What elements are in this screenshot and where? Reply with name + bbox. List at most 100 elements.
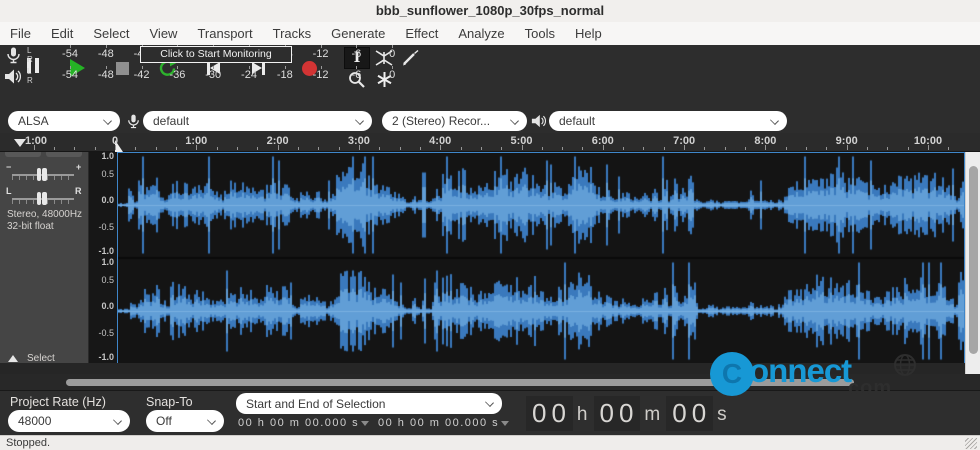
- play-meter-scale-label: -36: [169, 69, 186, 81]
- menu-transport[interactable]: Transport: [187, 22, 262, 45]
- title-bar: bbb_sunflower_1080p_30fps_normal: [0, 0, 980, 22]
- chevron-down-icon: [207, 416, 216, 425]
- selection-end-value: 00 h 00 m 00.000 s: [378, 417, 500, 429]
- pan-right-label: R: [75, 186, 82, 196]
- amplitude-scale-label: 1.0: [101, 151, 114, 161]
- menu-analyze[interactable]: Analyze: [448, 22, 514, 45]
- timeline-tick: [541, 147, 543, 150]
- timeline-tick: [338, 147, 340, 150]
- play-meter-scale-label: 0: [389, 69, 396, 81]
- timeline-tick: [94, 147, 96, 150]
- amplitude-scale-label: 0.5: [101, 169, 114, 179]
- speaker-icon: [5, 69, 21, 84]
- collapse-track-icon[interactable]: [8, 355, 18, 362]
- resize-grip[interactable]: [965, 438, 977, 449]
- gain-slider[interactable]: [12, 168, 74, 182]
- timeline-tick: [745, 147, 747, 150]
- solo-button[interactable]: Solo: [46, 152, 82, 157]
- amplitude-scale-label: -1.0: [98, 352, 114, 362]
- waveform-canvas[interactable]: [118, 153, 964, 363]
- track-control-panel[interactable]: Mute Solo − + L R Stereo, 48000Hz 32-bit…: [0, 152, 89, 363]
- timeline-pre-zero-label: 1:00: [24, 135, 48, 147]
- track-select-button[interactable]: Select: [27, 353, 55, 363]
- timeline-tick: [480, 147, 482, 150]
- timeline-tick: [887, 147, 889, 150]
- horizontal-scrollbar[interactable]: [0, 374, 980, 390]
- selection-end-field[interactable]: 00 h 00 m 00.000 s: [378, 417, 510, 429]
- timeline-tick: [358, 145, 360, 150]
- menu-effect[interactable]: Effect: [395, 22, 448, 45]
- menu-view[interactable]: View: [140, 22, 188, 45]
- record-meter-left-label: L: [27, 46, 32, 55]
- record-meter-scale-label: -12: [312, 48, 329, 60]
- draw-tool-button[interactable]: [399, 48, 423, 68]
- selection-start-value: 00 h 00 m 00.000 s: [238, 417, 360, 429]
- vertical-scale-ruler[interactable]: 1.0 0.5 0.0 -0.5 -1.0 1.0 0.5 0.0 -0.5 -1.0: [89, 151, 118, 363]
- timeline-ruler[interactable]: 1:00 0 1:00 2:00 3:00 4:00 5:00 6:00 7:00 8:00 9:…: [0, 133, 980, 152]
- microphone-icon: [7, 47, 20, 64]
- selection-mode-value: Start and End of Selection: [246, 396, 386, 411]
- monitoring-tooltip[interactable]: Click to Start Monitoring: [140, 46, 292, 63]
- timeline-tick: [562, 147, 564, 150]
- timeline-tick: [135, 147, 137, 150]
- play-meter-scale-label: -12: [312, 69, 329, 81]
- record-meter-scale-label: -6: [351, 48, 362, 60]
- amplitude-scale-label: 1.0: [101, 257, 114, 267]
- menu-bar: File Edit Select View Transport Tracks Generat…: [0, 22, 980, 45]
- menu-select[interactable]: Select: [83, 22, 139, 45]
- menu-tools[interactable]: Tools: [515, 22, 565, 45]
- gain-minus-label: −: [6, 162, 12, 172]
- chevron-down-icon: [103, 116, 112, 125]
- audacity-window: bbb_sunflower_1080p_30fps_normal File Edi…: [0, 0, 980, 450]
- recording-device-dropdown[interactable]: default: [143, 111, 372, 131]
- timeline-tick: [948, 147, 950, 150]
- timeline-tick: [33, 145, 35, 150]
- timeline-tick: [216, 147, 218, 150]
- menu-file[interactable]: File: [0, 22, 41, 45]
- recording-channels-dropdown[interactable]: 2 (Stereo) Recor...: [382, 111, 527, 131]
- chevron-down-icon: [510, 116, 519, 125]
- timeline-tick: [724, 147, 726, 150]
- selection-start-field[interactable]: 00 h 00 m 00.000 s: [238, 417, 370, 429]
- track-area-lower-gap: [0, 363, 965, 374]
- timeline-tick: [318, 147, 320, 150]
- playback-device-dropdown[interactable]: default: [549, 111, 787, 131]
- audio-position-display[interactable]: 00 h 00 m 00 s: [524, 392, 731, 434]
- position-digits[interactable]: 00: [526, 395, 573, 431]
- chevron-down-icon: [501, 420, 510, 426]
- chevron-down-icon: [485, 398, 494, 407]
- position-digits[interactable]: 00: [593, 395, 641, 431]
- play-meter-left-label: L: [27, 67, 32, 76]
- audio-host-dropdown[interactable]: ALSA: [8, 111, 120, 131]
- menu-help[interactable]: Help: [565, 22, 612, 45]
- position-digits[interactable]: 00: [666, 395, 714, 431]
- project-rate-dropdown[interactable]: 48000: [8, 410, 130, 432]
- stop-icon: [115, 61, 129, 75]
- mute-button[interactable]: Mute: [5, 152, 41, 157]
- timeline-tick: [440, 145, 442, 150]
- chevron-down-icon: [361, 420, 370, 426]
- window-title: bbb_sunflower_1080p_30fps_normal: [375, 3, 605, 18]
- timeline-tick: [501, 147, 503, 150]
- position-unit: m: [644, 404, 661, 425]
- project-rate-value: 48000: [18, 414, 52, 428]
- play-meter-scale-label: -30: [205, 69, 222, 81]
- menu-generate[interactable]: Generate: [321, 22, 395, 45]
- vertical-scrollbar-thumb[interactable]: [969, 166, 978, 354]
- snap-to-dropdown[interactable]: Off: [146, 410, 224, 432]
- pan-slider[interactable]: [12, 192, 74, 206]
- horizontal-scrollbar-thumb[interactable]: [66, 379, 854, 386]
- record-meter-scale-label: 0: [389, 48, 396, 60]
- amplitude-scale-label: 0.0: [101, 195, 114, 205]
- menu-edit[interactable]: Edit: [41, 22, 83, 45]
- speaker-icon: [531, 114, 546, 128]
- menu-tracks[interactable]: Tracks: [263, 22, 322, 45]
- position-unit: h: [576, 404, 588, 425]
- timeline-tick: [846, 145, 848, 150]
- selection-mode-dropdown[interactable]: Start and End of Selection: [236, 393, 502, 414]
- timeline-tick: [175, 147, 177, 150]
- vertical-scrollbar[interactable]: [965, 152, 980, 374]
- snap-to-value: Off: [156, 414, 172, 428]
- waveform-display[interactable]: [117, 152, 965, 365]
- timeline-tick: [867, 147, 869, 150]
